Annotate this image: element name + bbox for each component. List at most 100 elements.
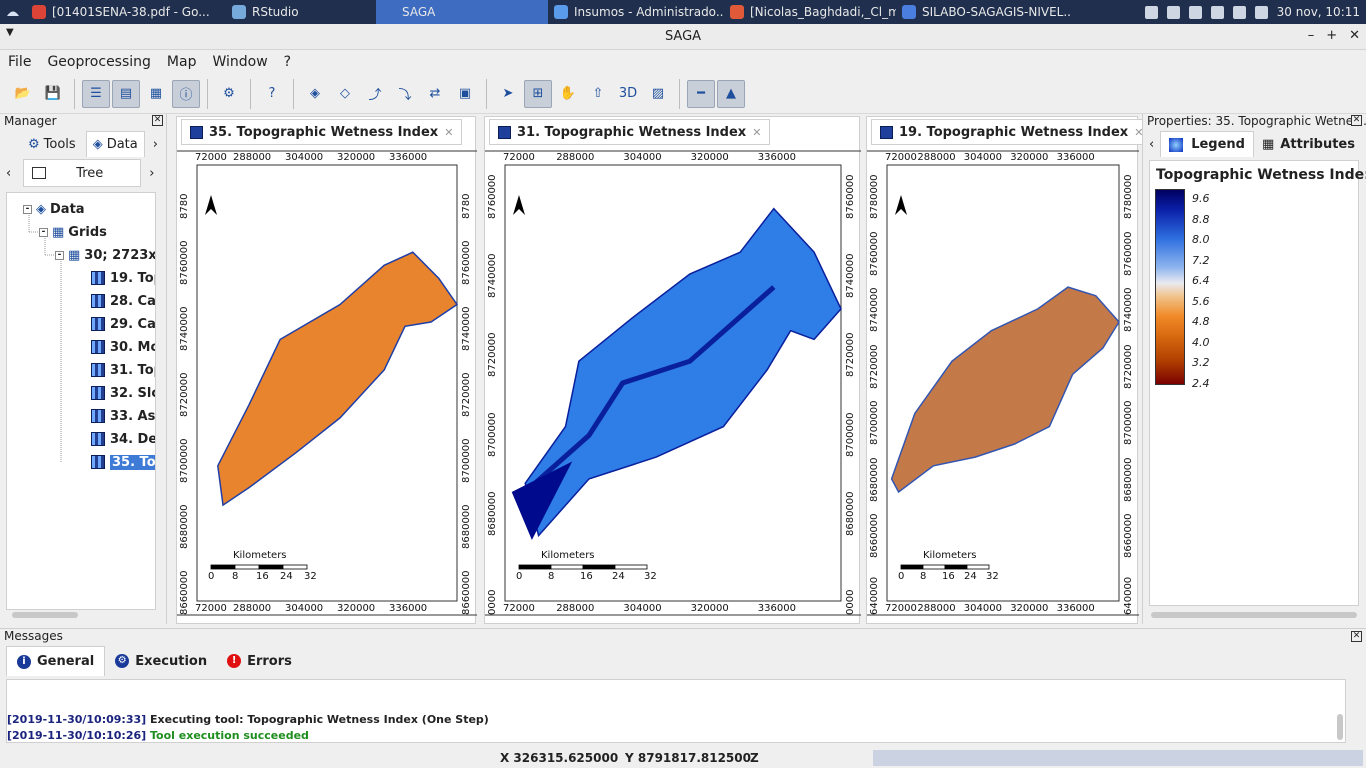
subtab-tree[interactable]: Tree <box>23 159 142 187</box>
manager-close-button[interactable]: ✕ <box>152 115 163 126</box>
zoom-icon[interactable]: ⊞ <box>524 79 552 108</box>
menu-file[interactable]: File <box>0 54 39 70</box>
workspace-icon[interactable]: ▤ <box>112 79 140 108</box>
tree-node-label: 30; 2723x <box>84 247 156 263</box>
arrow-icon[interactable]: ➤ <box>494 80 522 108</box>
props-scroll-left-icon[interactable]: ‹ <box>1149 137 1154 152</box>
window-menu-icon[interactable]: ▼ <box>6 27 14 38</box>
data-view-icon[interactable]: ☰ <box>82 79 110 108</box>
tab-errors[interactable]: ! Errors <box>217 646 302 676</box>
minimize-button[interactable]: – <box>1308 28 1315 43</box>
map-canvas[interactable] <box>177 117 477 625</box>
taskbar-task-2[interactable]: SAGA <box>376 0 548 24</box>
tree-node-grid-system[interactable]: - ▦ 30; 2723x <box>55 245 156 265</box>
app-icon <box>232 5 246 19</box>
info-icon[interactable]: ⓘ <box>172 79 200 108</box>
synchronize-icon[interactable]: ⇄ <box>421 80 449 108</box>
tree-item-grid[interactable]: 34. Dem <box>91 429 155 449</box>
menu-bar: File Geoprocessing Map Window ? <box>0 50 1366 74</box>
collapse-icon[interactable]: - <box>23 204 32 214</box>
histogram-icon[interactable]: ▨ <box>644 80 672 108</box>
zoom-previous-icon[interactable]: ⤴ <box>361 80 389 108</box>
tab-legend[interactable]: Legend <box>1160 131 1254 157</box>
wifi-icon[interactable] <box>1166 5 1180 19</box>
properties-title: Properties: 35. Topographic Wetnes... <box>1147 114 1366 128</box>
scale-bar-segment <box>944 564 968 570</box>
scale-bar-label: 24 <box>280 571 293 582</box>
taskbar-task-4[interactable]: [Nicolas_Baghdadi,_Cl_m... <box>724 0 896 24</box>
log-vertical-scrollbar[interactable] <box>1337 714 1343 740</box>
pan-up-icon[interactable]: ⇧ <box>584 80 612 108</box>
pan-icon[interactable]: ✋ <box>554 80 582 108</box>
tree-horizontal-scrollbar[interactable] <box>12 612 78 618</box>
y-axis-tick-label-left: 8760000 <box>487 174 498 219</box>
main-toolbar: 📂 💾 ☰ ▤ ▦ ⓘ ⚙? ◈ ◇ ⤴ ⤵ ⇄ ▣ ➤ ⊞ ✋ ⇧ 3D ▨ ━ ▲ <box>0 74 1366 114</box>
tab-data[interactable]: ◈ Data <box>85 131 145 157</box>
tree-item-grid[interactable]: 35. Topo <box>91 452 155 472</box>
tree-item-grid[interactable]: 33. Asp <box>91 406 155 426</box>
map-canvas[interactable] <box>867 117 1139 625</box>
scale-bar-label: 0 <box>898 571 905 582</box>
messages-close-button[interactable]: ✕ <box>1351 631 1362 642</box>
tab-scroll-right-icon[interactable]: › <box>153 137 158 152</box>
zoom-active-icon[interactable]: ◇ <box>331 80 359 108</box>
taskbar-task-label: RStudio <box>252 5 299 19</box>
menu-help[interactable]: ? <box>276 54 299 70</box>
tree-item-grid[interactable]: 19. Topo <box>91 268 155 288</box>
tree-item-grid[interactable]: 31. Topo <box>91 360 155 380</box>
properties-horizontal-scrollbar[interactable] <box>1151 612 1357 618</box>
volume-icon[interactable] <box>1254 5 1268 19</box>
scale-bar-icon[interactable]: ━ <box>687 79 715 108</box>
scale-bar-label: 32 <box>986 571 999 582</box>
tree-item-grid[interactable]: 32. Slop <box>91 383 155 403</box>
battery-icon[interactable] <box>1232 5 1246 19</box>
x-axis-tick-label-bottom: 72000 <box>195 603 227 614</box>
subtab-scroll-left-icon[interactable]: ‹ <box>6 166 11 181</box>
y-axis-tick-label-right: 640000 <box>1123 576 1134 615</box>
taskbar-task-1[interactable]: RStudio <box>226 0 376 24</box>
close-button[interactable]: ✕ <box>1349 28 1360 43</box>
zoom-full-icon[interactable]: ◈ <box>301 80 329 108</box>
subtab-scroll-right-icon[interactable]: › <box>149 166 154 181</box>
tree-item-grid[interactable]: 28. Cato <box>91 291 155 311</box>
tab-attributes[interactable]: ▦ Attributes <box>1254 131 1363 157</box>
zoom-next-icon[interactable]: ⤵ <box>391 80 419 108</box>
menu-map[interactable]: Map <box>159 54 205 70</box>
tab-execution[interactable]: ⚙ Execution <box>105 646 217 676</box>
open-icon[interactable]: 📂 <box>9 80 37 108</box>
save-icon[interactable]: 💾 <box>39 80 67 108</box>
tree-item-grid[interactable]: 30. Mod <box>91 337 155 357</box>
start-menu-icon[interactable] <box>0 0 26 24</box>
3d-view-icon[interactable]: 3D <box>614 80 642 108</box>
maximize-button[interactable]: + <box>1326 28 1337 43</box>
tree-node-grids[interactable]: - ▦ Grids <box>39 222 107 242</box>
taskbar-task-5[interactable]: SILABO-SAGAGIS-NIVEL... <box>896 0 1072 24</box>
x-axis-tick-label-top: 72000 <box>195 152 227 163</box>
taskbar-task-3[interactable]: Insumos - Administrado... <box>548 0 724 24</box>
grid-icon <box>91 317 105 331</box>
collapse-icon[interactable]: - <box>39 227 48 237</box>
menu-geoprocessing[interactable]: Geoprocessing <box>39 54 158 70</box>
y-axis-tick-label-left: 640000 <box>869 576 880 615</box>
tree-item-grid[interactable]: 29. Cato <box>91 314 156 334</box>
map-canvas[interactable] <box>485 117 861 625</box>
grid-icon <box>91 409 105 423</box>
tools-icon[interactable]: ⚙ <box>215 80 243 108</box>
grid-view-icon[interactable]: ▦ <box>142 80 170 108</box>
layer-icon[interactable]: ▣ <box>451 80 479 108</box>
scale-bar-segment <box>614 564 648 570</box>
clock[interactable]: 30 nov, 10:11 <box>1277 5 1360 19</box>
help-icon[interactable]: ? <box>258 80 286 108</box>
menu-window[interactable]: Window <box>204 54 275 70</box>
tab-tools[interactable]: ⚙ Tools <box>22 131 82 157</box>
tree-item-label: 29. Cato <box>110 316 156 332</box>
bluetooth-icon[interactable] <box>1144 5 1158 19</box>
notification-icon[interactable] <box>1188 5 1202 19</box>
tab-general[interactable]: i General <box>6 646 106 676</box>
taskbar-task-0[interactable]: [01401SENA-38.pdf - Go... <box>26 0 226 24</box>
north-arrow-icon[interactable]: ▲ <box>717 79 745 108</box>
mail-icon[interactable] <box>1210 5 1224 19</box>
tree-node-data[interactable]: - ◈ Data <box>23 199 85 219</box>
properties-close-button[interactable]: ✕ <box>1351 115 1362 126</box>
collapse-icon[interactable]: - <box>55 250 64 260</box>
